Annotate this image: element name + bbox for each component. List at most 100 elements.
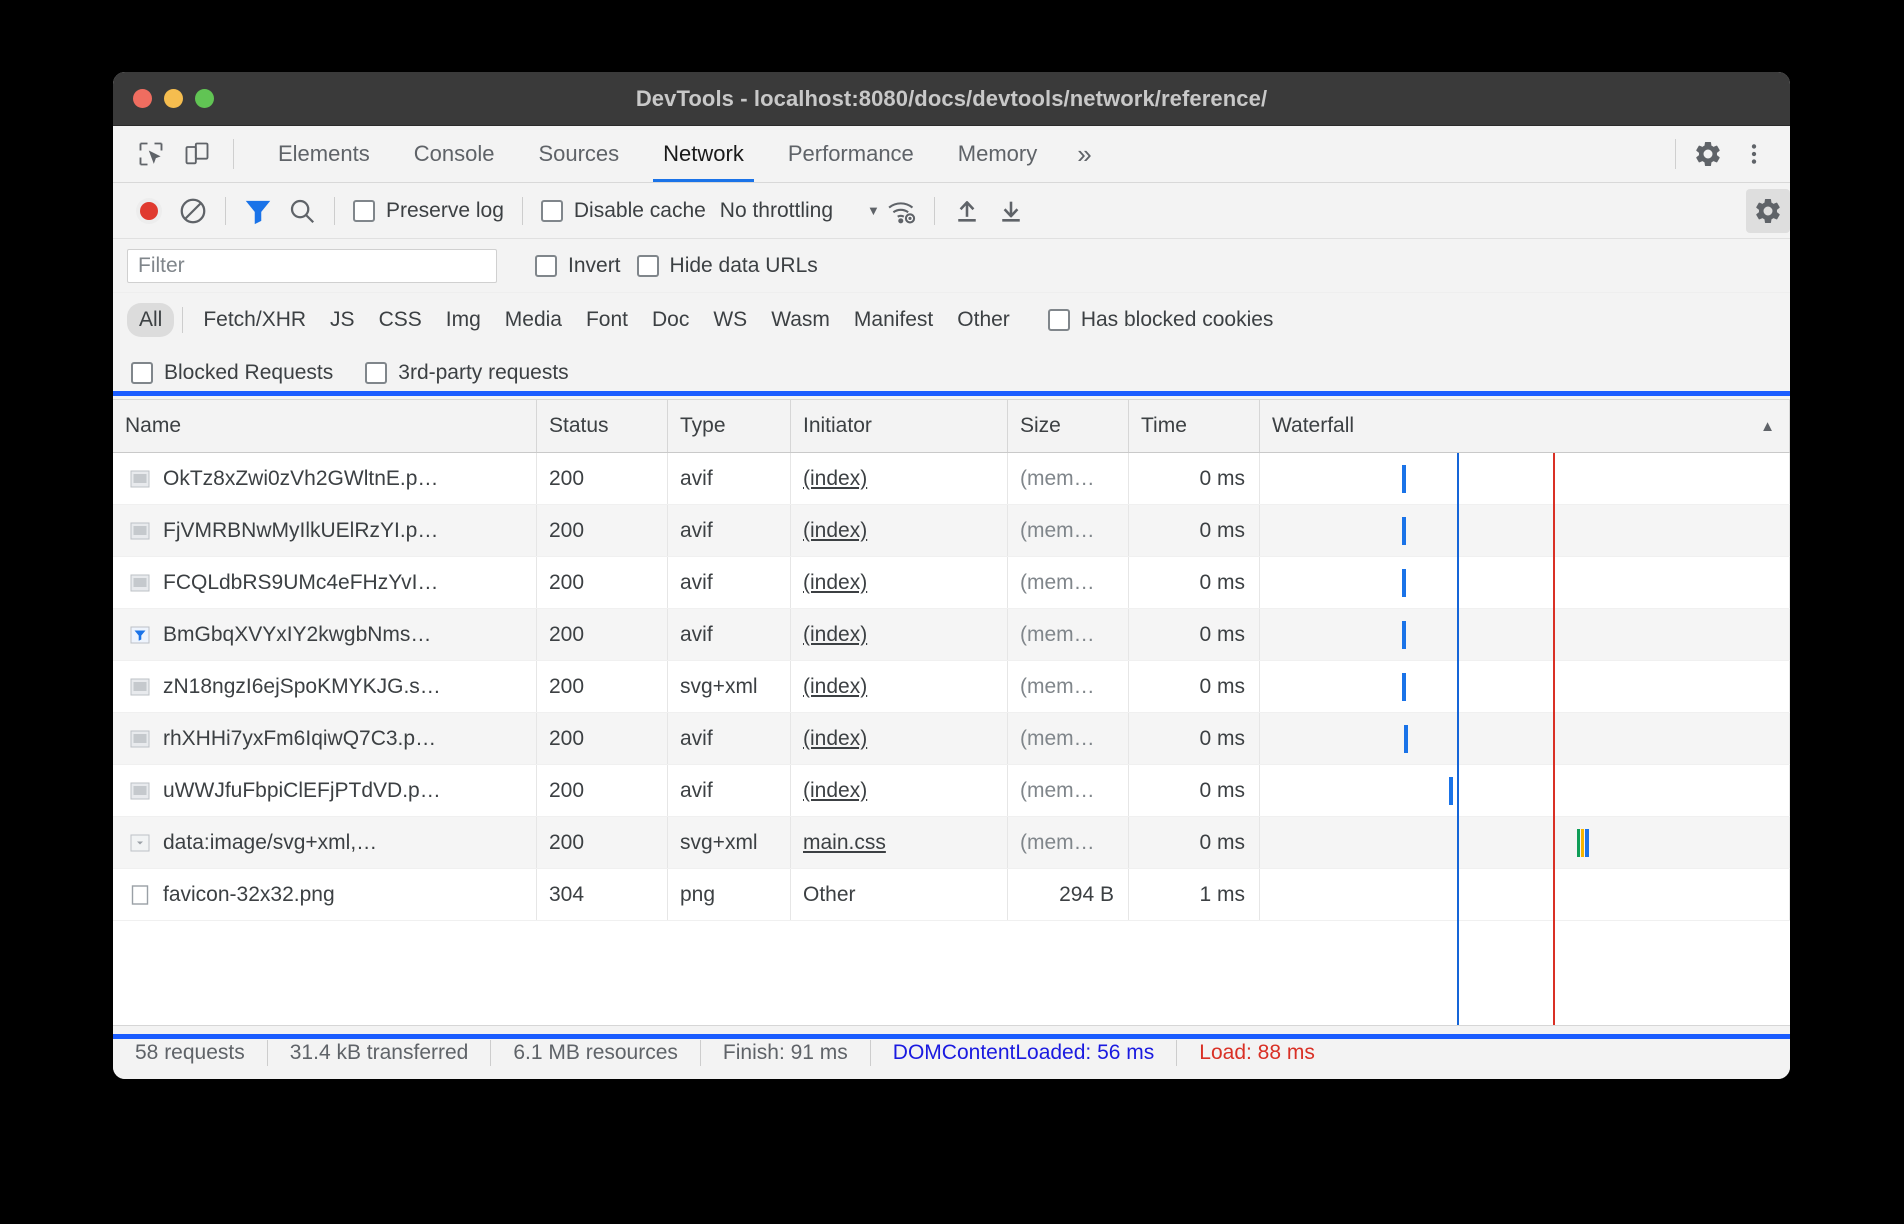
row-time-cell: 0 ms — [1129, 505, 1260, 556]
download-arrow-icon[interactable] — [989, 189, 1033, 233]
table-row[interactable]: FjVMRBNwMyIlkUElRzYI.p… 200 avif (index)… — [113, 505, 1790, 557]
row-waterfall-cell — [1260, 765, 1790, 816]
column-header-size[interactable]: Size — [1008, 400, 1129, 452]
table-row[interactable]: data:image/svg+xml,… 200 svg+xml main.cs… — [113, 817, 1790, 869]
row-name-cell[interactable]: rhXHHi7yxFm6IqiwQ7C3.p… — [113, 713, 537, 764]
tab-memory[interactable]: Memory — [936, 126, 1059, 182]
column-header-initiator[interactable]: Initiator — [791, 400, 1008, 452]
column-header-waterfall[interactable]: Waterfall ▲ — [1260, 400, 1790, 452]
column-header-name[interactable]: Name — [113, 400, 537, 452]
throttling-select[interactable]: No throttling ▼ — [714, 199, 880, 223]
network-settings-gear-icon[interactable] — [1746, 189, 1790, 233]
load-time: Load: 88 ms — [1177, 1041, 1337, 1065]
row-initiator-cell[interactable]: (index) — [791, 661, 1008, 712]
row-initiator-cell[interactable]: (index) — [791, 505, 1008, 556]
row-initiator-cell[interactable]: (index) — [791, 609, 1008, 660]
row-waterfall-cell — [1260, 661, 1790, 712]
filter-input[interactable] — [127, 249, 497, 283]
more-tabs-button[interactable]: » — [1059, 126, 1109, 182]
row-name-cell[interactable]: FjVMRBNwMyIlkUElRzYI.p… — [113, 505, 537, 556]
hide-data-urls-checkbox[interactable]: Hide data URLs — [629, 254, 826, 278]
hide-data-urls-checkbox-box[interactable] — [637, 255, 659, 277]
row-initiator-link[interactable]: (index) — [803, 623, 867, 647]
type-filter-doc[interactable]: Doc — [640, 303, 701, 337]
blocked-requests-checkbox[interactable]: Blocked Requests — [131, 361, 341, 385]
column-header-status[interactable]: Status — [537, 400, 668, 452]
type-filter-font[interactable]: Font — [574, 303, 640, 337]
type-filter-js[interactable]: JS — [318, 303, 367, 337]
invert-checkbox[interactable]: Invert — [527, 254, 629, 278]
type-filter-ws[interactable]: WS — [701, 303, 759, 337]
row-initiator-cell[interactable]: (index) — [791, 765, 1008, 816]
row-name-cell[interactable]: FCQLdbRS9UMc4eFHzYvI… — [113, 557, 537, 608]
preserve-log-checkbox[interactable]: Preserve log — [345, 199, 512, 223]
row-initiator-link[interactable]: (index) — [803, 467, 867, 491]
row-initiator-link[interactable]: (index) — [803, 779, 867, 803]
table-row[interactable]: FCQLdbRS9UMc4eFHzYvI… 200 avif (index) (… — [113, 557, 1790, 609]
type-filter-media[interactable]: Media — [493, 303, 574, 337]
row-initiator-cell[interactable]: (index) — [791, 713, 1008, 764]
row-size-cell: (mem… — [1008, 557, 1129, 608]
tab-sources[interactable]: Sources — [516, 126, 641, 182]
row-name-cell[interactable]: BmGbqXVYxIY2kwgbNms… — [113, 609, 537, 660]
row-name-cell[interactable]: uWWJfuFbpiClEFjPTdVD.p… — [113, 765, 537, 816]
tab-network[interactable]: Network — [641, 126, 766, 182]
row-initiator-link[interactable]: main.css — [803, 831, 886, 855]
row-initiator-link[interactable]: (index) — [803, 519, 867, 543]
gear-icon[interactable] — [1688, 134, 1728, 174]
type-filter-manifest[interactable]: Manifest — [842, 303, 945, 337]
wifi-settings-icon[interactable] — [880, 189, 924, 233]
preserve-log-checkbox-box[interactable] — [353, 200, 375, 222]
row-initiator-link[interactable]: (index) — [803, 675, 867, 699]
row-name-cell[interactable]: favicon-32x32.png — [113, 869, 537, 920]
row-initiator-cell[interactable]: (index) — [791, 557, 1008, 608]
clear-icon[interactable] — [171, 189, 215, 233]
record-icon[interactable] — [127, 189, 171, 233]
table-row[interactable]: OkTz8xZwi0zVh2GWltnE.p… 200 avif (index)… — [113, 453, 1790, 505]
three-dot-menu-icon[interactable] — [1734, 134, 1774, 174]
disable-cache-checkbox[interactable]: Disable cache — [533, 199, 714, 223]
filter-funnel-icon[interactable] — [236, 189, 280, 233]
tab-console[interactable]: Console — [392, 126, 517, 182]
has-blocked-cookies-checkbox[interactable]: Has blocked cookies — [1040, 308, 1282, 332]
inspect-element-icon[interactable] — [135, 138, 167, 170]
type-filter-other[interactable]: Other — [945, 303, 1022, 337]
image-file-icon — [129, 469, 151, 489]
tab-elements[interactable]: Elements — [256, 126, 392, 182]
image-file-icon — [129, 573, 151, 593]
row-initiator-link[interactable]: (index) — [803, 571, 867, 595]
third-party-requests-checkbox-box[interactable] — [365, 362, 387, 384]
type-filter-fetchxhr[interactable]: Fetch/XHR — [191, 303, 318, 337]
row-name-cell[interactable]: zN18ngzI6ejSpoKMYKJG.s… — [113, 661, 537, 712]
row-name-cell[interactable]: data:image/svg+xml,… — [113, 817, 537, 868]
image-file-icon — [129, 781, 151, 801]
type-filter-css[interactable]: CSS — [367, 303, 434, 337]
invert-checkbox-box[interactable] — [535, 255, 557, 277]
has-blocked-cookies-checkbox-box[interactable] — [1048, 309, 1070, 331]
resource-type-filters: All Fetch/XHR JS CSS Img Media Font Doc … — [113, 293, 1790, 347]
upload-arrow-icon[interactable] — [945, 189, 989, 233]
device-toolbar-icon[interactable] — [181, 138, 213, 170]
row-initiator-cell[interactable]: (index) — [791, 453, 1008, 504]
table-row[interactable]: uWWJfuFbpiClEFjPTdVD.p… 200 avif (index)… — [113, 765, 1790, 817]
table-row[interactable]: rhXHHi7yxFm6IqiwQ7C3.p… 200 avif (index)… — [113, 713, 1790, 765]
column-header-type[interactable]: Type — [668, 400, 791, 452]
type-filter-all[interactable]: All — [127, 303, 174, 337]
third-party-requests-label: 3rd-party requests — [398, 361, 568, 385]
tab-performance[interactable]: Performance — [766, 126, 936, 182]
table-row[interactable]: BmGbqXVYxIY2kwgbNms… 200 avif (index) (m… — [113, 609, 1790, 661]
blocked-requests-checkbox-box[interactable] — [131, 362, 153, 384]
row-initiator-link[interactable]: (index) — [803, 727, 867, 751]
table-row[interactable]: favicon-32x32.png 304 png Other 294 B 1 … — [113, 869, 1790, 921]
hide-data-urls-label: Hide data URLs — [670, 254, 818, 278]
table-row[interactable]: zN18ngzI6ejSpoKMYKJG.s… 200 svg+xml (ind… — [113, 661, 1790, 713]
search-icon[interactable] — [280, 189, 324, 233]
row-name-cell[interactable]: OkTz8xZwi0zVh2GWltnE.p… — [113, 453, 537, 504]
third-party-requests-checkbox[interactable]: 3rd-party requests — [357, 361, 576, 385]
type-filter-img[interactable]: Img — [434, 303, 493, 337]
row-initiator-cell[interactable]: main.css — [791, 817, 1008, 868]
disable-cache-checkbox-box[interactable] — [541, 200, 563, 222]
column-header-time[interactable]: Time — [1129, 400, 1260, 452]
resources-size: 6.1 MB resources — [491, 1041, 700, 1065]
type-filter-wasm[interactable]: Wasm — [759, 303, 842, 337]
